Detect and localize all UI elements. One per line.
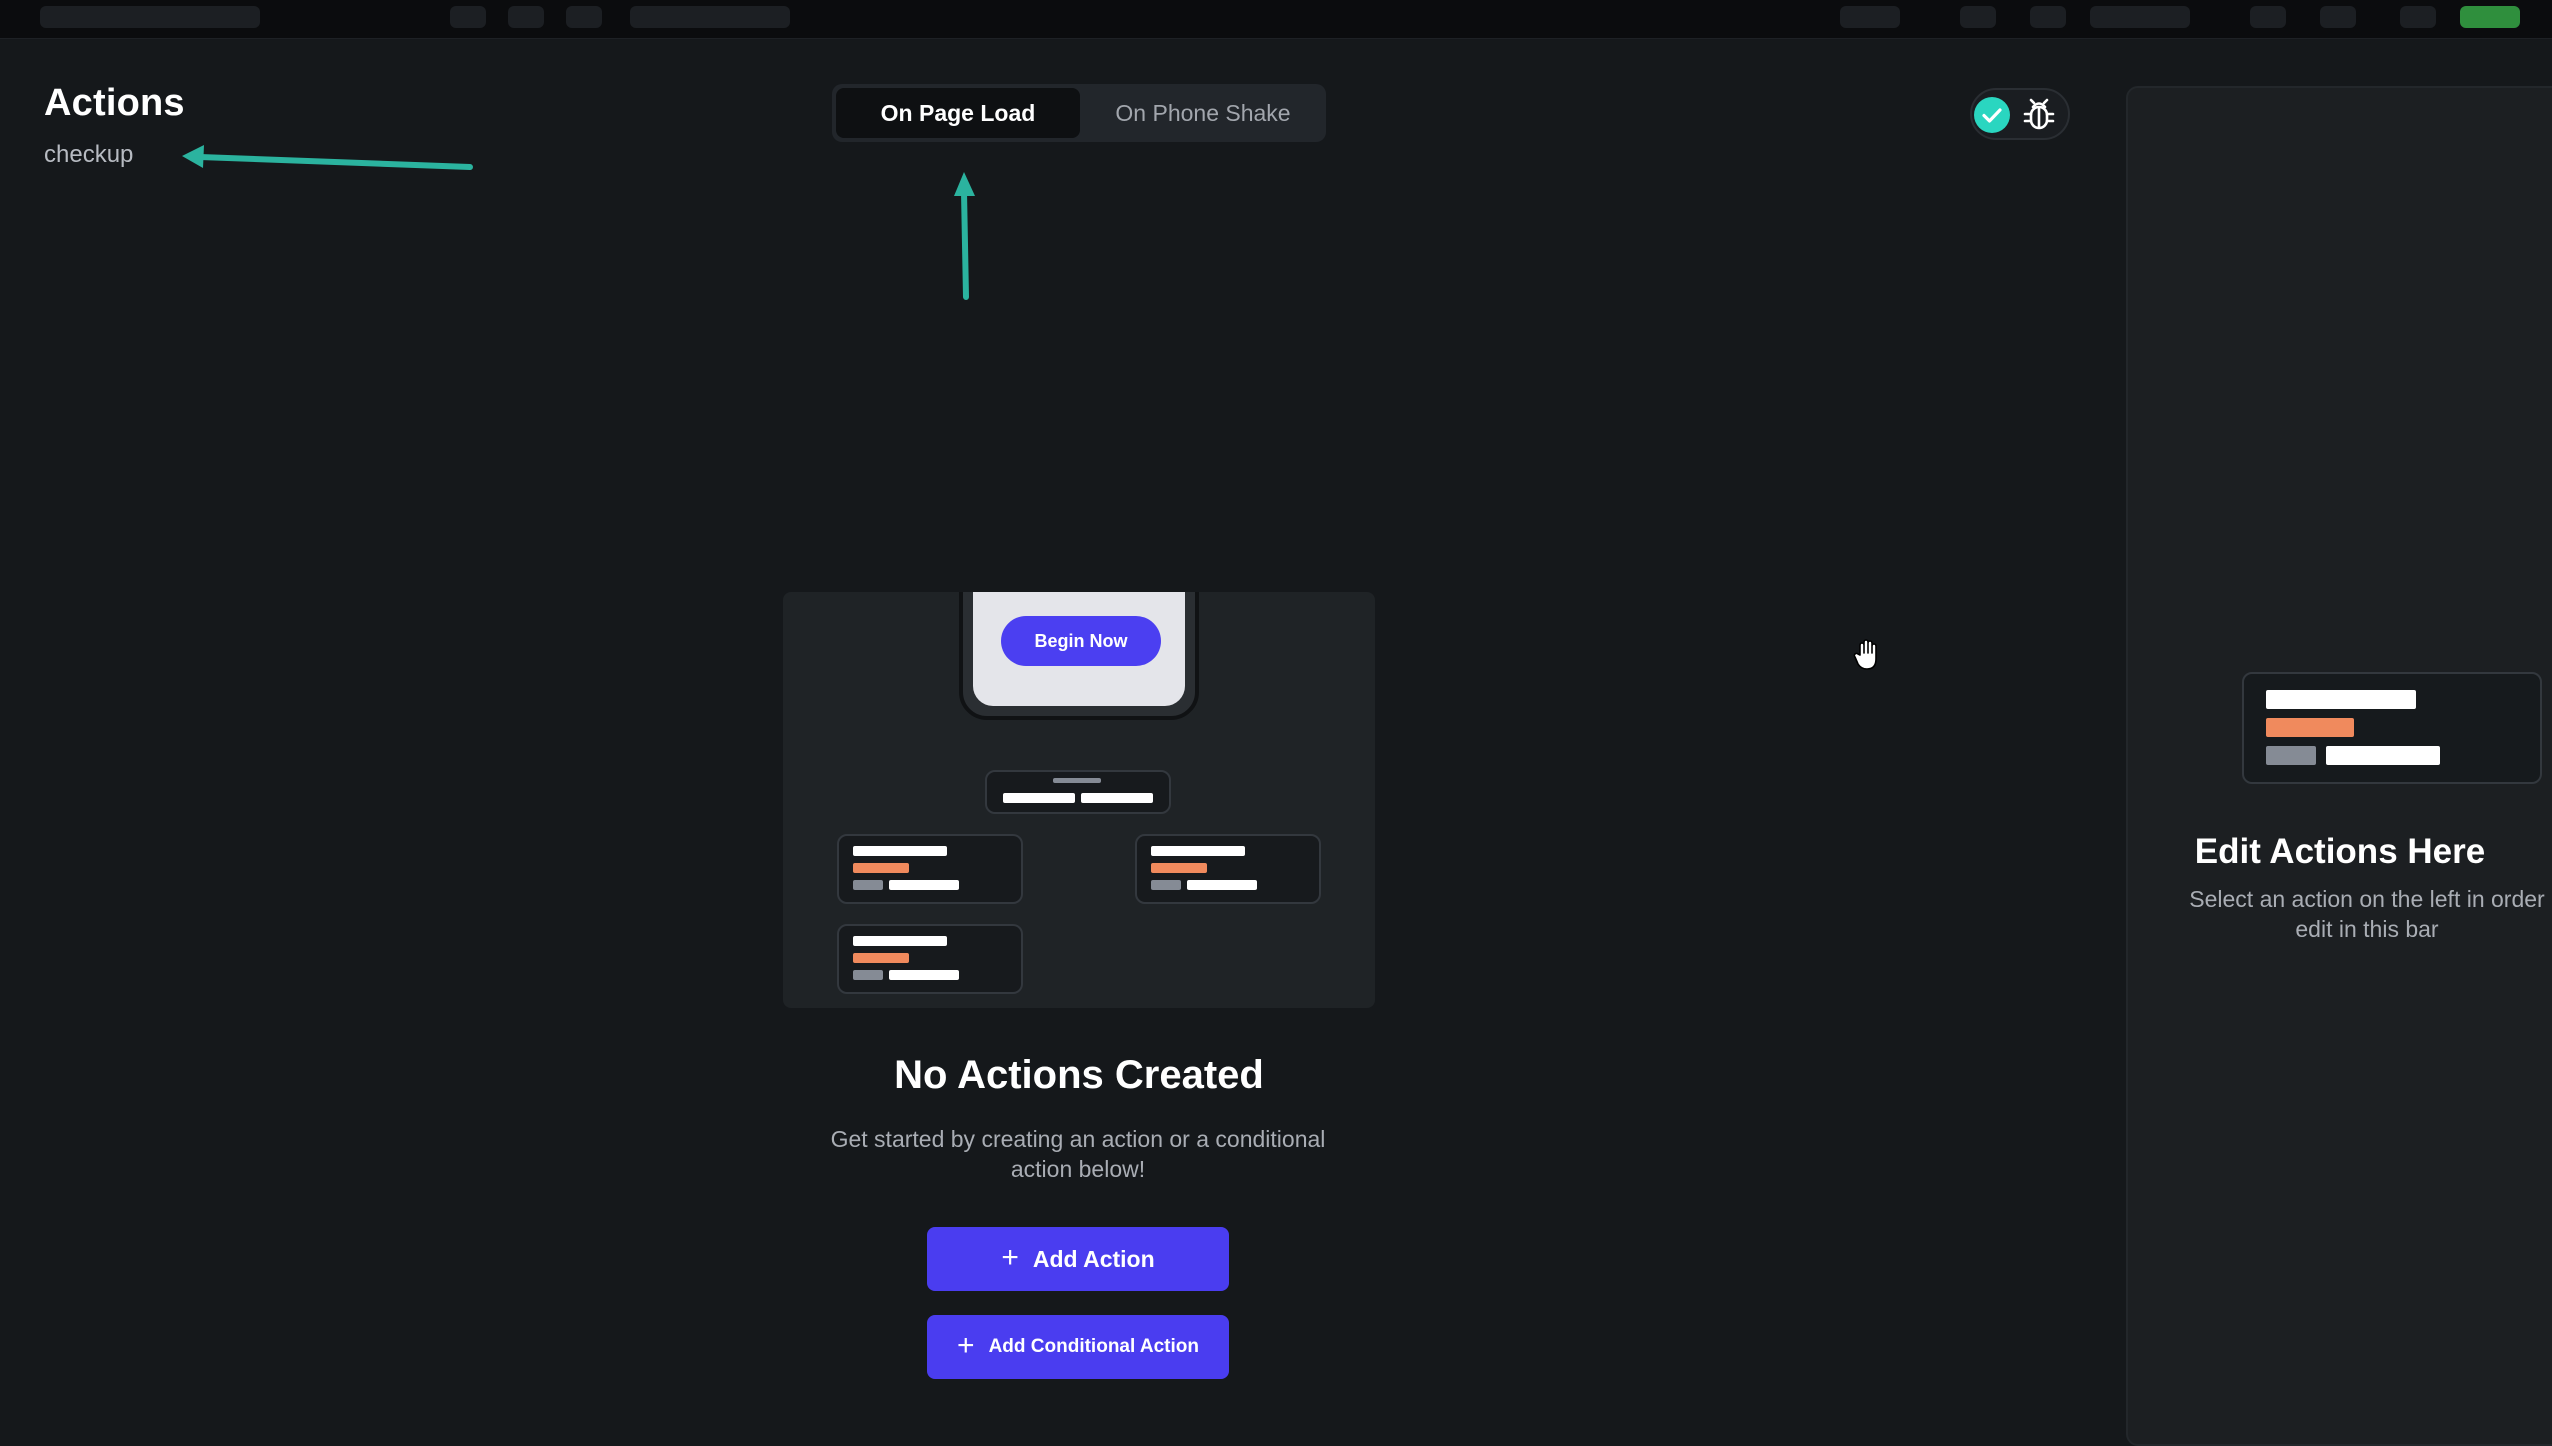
toolbar-icon[interactable] bbox=[2250, 6, 2286, 28]
tab-on-page-load[interactable]: On Page Load bbox=[836, 88, 1080, 138]
plus-icon: + bbox=[957, 1329, 975, 1362]
placeholder-bar bbox=[2266, 718, 2354, 737]
placeholder-bar bbox=[853, 936, 947, 946]
action-card bbox=[837, 924, 1023, 994]
toolbar-icon[interactable] bbox=[2030, 6, 2066, 28]
empty-state-illustration: Begin Now bbox=[783, 592, 1375, 1008]
placeholder-bar bbox=[1081, 793, 1153, 803]
toolbar-icon[interactable] bbox=[1840, 6, 1900, 28]
placeholder-bar bbox=[1151, 863, 1207, 873]
action-card-preview bbox=[2242, 672, 2542, 784]
phone-screen: Begin Now bbox=[973, 592, 1185, 706]
placeholder-bar bbox=[1003, 793, 1075, 803]
panel-title: Edit Actions Here bbox=[2194, 832, 2486, 871]
bug-icon[interactable] bbox=[2020, 96, 2058, 134]
page-subtitle: checkup bbox=[44, 141, 134, 168]
placeholder-bar bbox=[889, 880, 959, 890]
trigger-card bbox=[985, 770, 1171, 814]
placeholder-bar bbox=[2266, 690, 2416, 709]
placeholder-bar bbox=[2266, 746, 2316, 765]
window-title-placeholder bbox=[40, 6, 260, 28]
placeholder-bar bbox=[2326, 746, 2440, 765]
edit-actions-panel: Edit Actions Here Select an action on th… bbox=[2126, 86, 2552, 1446]
plus-icon: + bbox=[1001, 1241, 1019, 1274]
add-conditional-action-label: Add Conditional Action bbox=[988, 1336, 1199, 1357]
toolbar-icon[interactable] bbox=[1960, 6, 1996, 28]
run-button[interactable] bbox=[2460, 6, 2520, 28]
add-conditional-action-button[interactable]: + Add Conditional Action bbox=[927, 1315, 1229, 1379]
action-card bbox=[1135, 834, 1321, 904]
panel-description-line: edit in this bar bbox=[2295, 916, 2439, 942]
toolbar-icon[interactable] bbox=[2320, 6, 2356, 28]
page-title: Actions bbox=[44, 82, 185, 124]
trigger-tabs: On Page Load On Phone Shake bbox=[832, 84, 1326, 142]
placeholder-bar bbox=[853, 863, 909, 873]
empty-state-description: Get started by creating an action or a c… bbox=[830, 1126, 1326, 1182]
add-action-label: Add Action bbox=[1032, 1245, 1155, 1272]
trigger-handle bbox=[1053, 778, 1101, 783]
toolbar-dropdown[interactable] bbox=[630, 6, 790, 28]
placeholder-bar bbox=[853, 846, 947, 856]
placeholder-bar bbox=[1151, 880, 1181, 890]
placeholder-bar bbox=[1187, 880, 1257, 890]
empty-state-title: No Actions Created bbox=[894, 1053, 1264, 1097]
toolbar-icon[interactable] bbox=[2400, 6, 2436, 28]
panel-description: Select an action on the left in order ed… bbox=[2182, 884, 2552, 944]
collaborator-avatars[interactable] bbox=[2090, 6, 2190, 28]
begin-now-button: Begin Now bbox=[1001, 616, 1161, 666]
window-top-bar bbox=[0, 0, 2552, 39]
placeholder-bar bbox=[1151, 846, 1245, 856]
check-circle-icon[interactable] bbox=[1974, 97, 2010, 133]
hand-cursor-icon bbox=[1853, 639, 1877, 670]
toolbar-icon[interactable] bbox=[450, 6, 486, 28]
toolbar-icon[interactable] bbox=[508, 6, 544, 28]
toolbar-icon[interactable] bbox=[566, 6, 602, 28]
panel-description-line: Select an action on the left in order bbox=[2189, 886, 2545, 912]
action-card bbox=[837, 834, 1023, 904]
placeholder-bar bbox=[853, 953, 909, 963]
placeholder-bar bbox=[853, 970, 883, 980]
add-action-button[interactable]: + Add Action bbox=[927, 1227, 1229, 1291]
phone-mockup: Begin Now bbox=[959, 592, 1199, 720]
placeholder-bar bbox=[889, 970, 959, 980]
tab-on-phone-shake[interactable]: On Phone Shake bbox=[1084, 88, 1322, 138]
placeholder-bar bbox=[853, 880, 883, 890]
